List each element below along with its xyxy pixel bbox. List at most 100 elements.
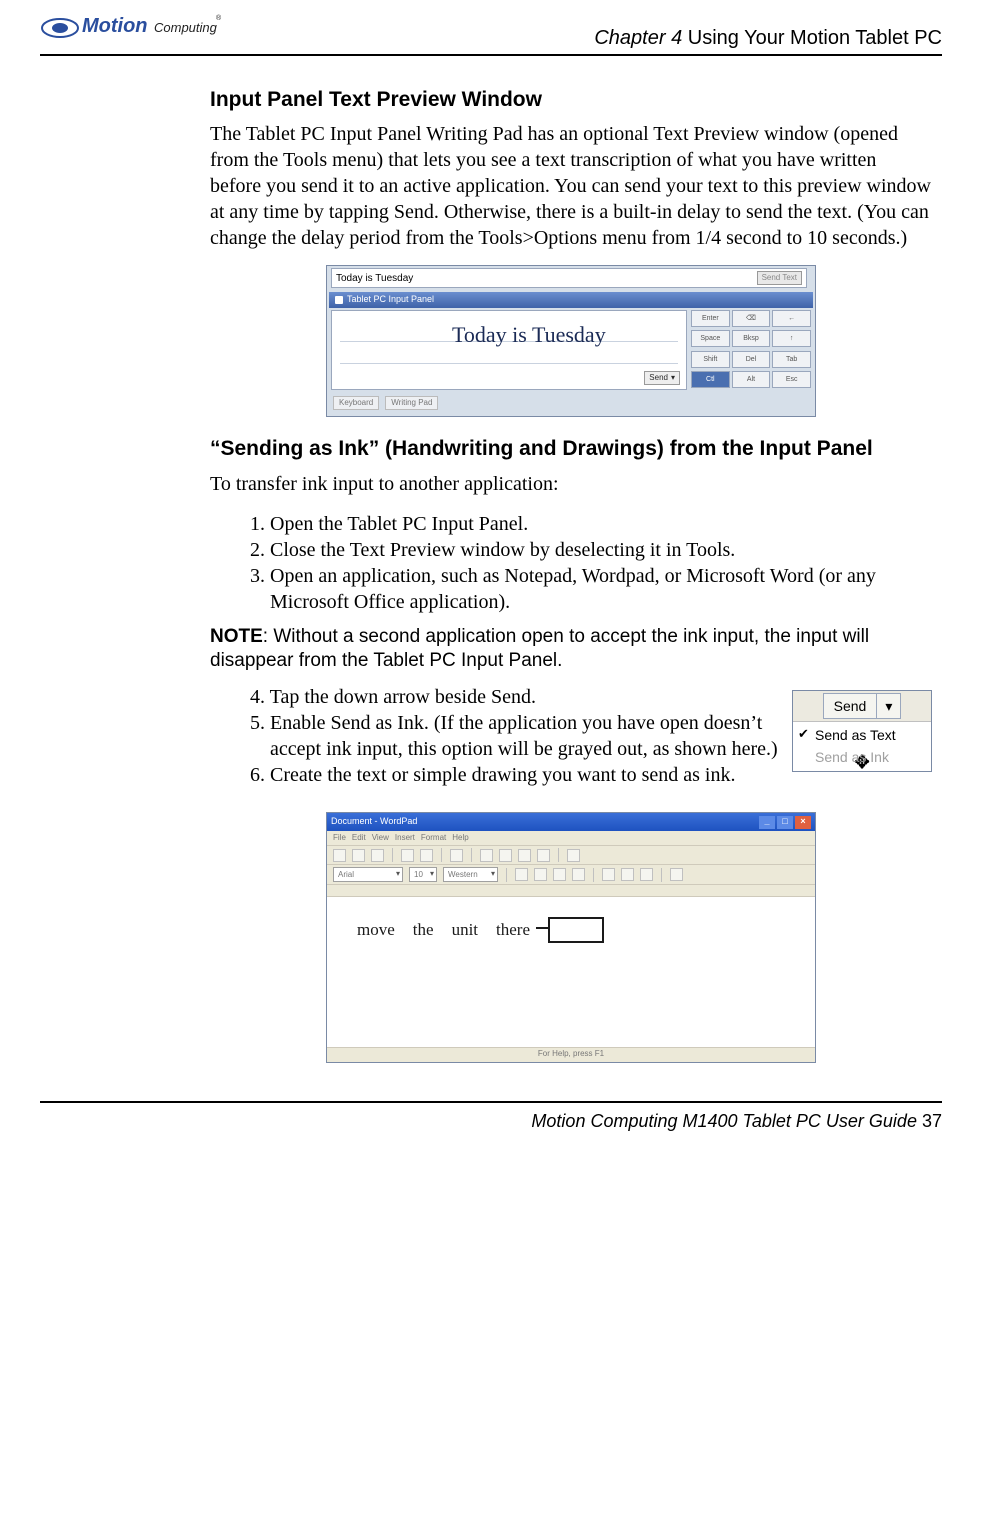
key-ctl[interactable]: Ctl xyxy=(691,371,730,388)
input-panel-window: Today is Tuesday Send Text Tablet PC Inp… xyxy=(326,265,816,417)
preview-text: Today is Tuesday xyxy=(336,272,413,285)
send-dropdown[interactable]: Send ▾ xyxy=(644,371,680,385)
undo-icon[interactable] xyxy=(537,849,550,862)
save-icon[interactable] xyxy=(371,849,384,862)
key-enter[interactable]: Enter xyxy=(691,310,730,327)
key-space[interactable]: Space xyxy=(691,330,730,347)
box-sketch-icon xyxy=(548,917,604,943)
wordpad-statusbar: For Help, press F1 xyxy=(327,1047,815,1062)
align-left-icon[interactable] xyxy=(602,868,615,881)
svg-text:Motion: Motion xyxy=(82,15,148,37)
minimize-button[interactable]: _ xyxy=(759,816,775,829)
paste-icon[interactable] xyxy=(518,849,531,862)
menu-help[interactable]: Help xyxy=(452,833,468,843)
italic-icon[interactable] xyxy=(534,868,547,881)
preview-icon[interactable] xyxy=(420,849,433,862)
align-center-icon[interactable] xyxy=(621,868,634,881)
wordpad-ruler xyxy=(327,885,815,897)
heading-sending-as-ink: “Sending as Ink” (Handwriting and Drawin… xyxy=(210,435,932,462)
wordpad-titlebar: Document - WordPad _ □ × xyxy=(327,813,815,831)
page-header: Motion Computing ® Chapter 4 Using Your … xyxy=(40,10,942,56)
handwriting-sample: Today is Tuesday xyxy=(452,321,606,350)
tab-keyboard[interactable]: Keyboard xyxy=(333,396,379,410)
maximize-button[interactable]: □ xyxy=(777,816,793,829)
key-tab[interactable]: Tab xyxy=(772,351,811,368)
send-text-button[interactable]: Send Text xyxy=(757,271,802,285)
find-icon[interactable] xyxy=(450,849,463,862)
close-button[interactable]: × xyxy=(795,816,811,829)
chapter-title: Using Your Motion Tablet PC xyxy=(682,27,942,49)
menu-edit[interactable]: Edit xyxy=(352,833,366,843)
steps-group-a: 1. Open the Tablet PC Input Panel. 2. Cl… xyxy=(210,511,932,615)
font-name-combo[interactable]: Arial xyxy=(333,867,403,882)
step-3: 3. Open an application, such as Notepad,… xyxy=(250,563,932,615)
wordpad-formatbar: Arial 10 Western xyxy=(327,865,815,885)
key-grid: Enter ⌫ ← Space Bksp ↑ Shift Del Tab Ctl… xyxy=(691,310,811,390)
step-2: 2. Close the Text Preview window by dese… xyxy=(250,537,932,563)
figure-wordpad: Document - WordPad _ □ × File Edit View … xyxy=(210,812,932,1063)
wordpad-toolbar xyxy=(327,846,815,865)
align-right-icon[interactable] xyxy=(640,868,653,881)
logo: Motion Computing ® xyxy=(40,10,225,50)
date-icon[interactable] xyxy=(567,849,580,862)
menu-view[interactable]: View xyxy=(372,833,389,843)
key-bksp-icon[interactable]: ⌫ xyxy=(732,310,771,327)
open-icon[interactable] xyxy=(352,849,365,862)
writing-pad-area[interactable]: Today is Tuesday Send ▾ xyxy=(331,310,687,390)
print-icon[interactable] xyxy=(401,849,414,862)
footer-text: Motion Computing M1400 Tablet PC User Gu… xyxy=(531,1111,922,1131)
wordpad-title: Document - WordPad xyxy=(331,816,417,828)
svg-text:®: ® xyxy=(216,14,222,22)
wordpad-window: Document - WordPad _ □ × File Edit View … xyxy=(326,812,816,1063)
key-esc[interactable]: Esc xyxy=(772,371,811,388)
note-label: NOTE xyxy=(210,626,263,647)
font-size-combo[interactable]: 10 xyxy=(409,867,437,882)
underline-icon[interactable] xyxy=(553,868,566,881)
menu-send-as-ink: Send as Ink xyxy=(793,746,931,768)
key-del[interactable]: Del xyxy=(732,351,771,368)
page-number: 37 xyxy=(922,1111,942,1131)
key-shift[interactable]: Shift xyxy=(691,351,730,368)
tab-writing-pad[interactable]: Writing Pad xyxy=(385,396,438,410)
key-alt[interactable]: Alt xyxy=(732,371,771,388)
check-icon: ✔ xyxy=(798,726,809,743)
key-left[interactable]: ← xyxy=(772,310,811,327)
bold-icon[interactable] xyxy=(515,868,528,881)
body-content: Input Panel Text Preview Window The Tabl… xyxy=(210,86,932,1063)
note-body: : Without a second application open to a… xyxy=(210,626,869,672)
menu-send-as-text[interactable]: ✔ Send as Text xyxy=(793,724,931,746)
send-button[interactable]: Send xyxy=(823,693,878,719)
key-bksp[interactable]: Bksp xyxy=(732,330,771,347)
menu-file[interactable]: File xyxy=(333,833,346,843)
key-up[interactable]: ↑ xyxy=(772,330,811,347)
note-block: NOTE: Without a second application open … xyxy=(210,625,932,674)
chapter-number: Chapter 4 xyxy=(594,27,682,49)
page-footer: Motion Computing M1400 Tablet PC User Gu… xyxy=(40,1101,942,1132)
svg-text:Computing: Computing xyxy=(154,20,218,35)
menu-insert[interactable]: Insert xyxy=(395,833,415,843)
titlebar-icon xyxy=(335,296,343,304)
copy-icon[interactable] xyxy=(499,849,512,862)
figure-input-panel: Today is Tuesday Send Text Tablet PC Inp… xyxy=(210,265,932,417)
input-panel-title: Tablet PC Input Panel xyxy=(347,294,434,306)
wordpad-canvas[interactable]: move the unit there xyxy=(327,897,815,1047)
chapter-label: Chapter 4 Using Your Motion Tablet PC xyxy=(594,27,942,50)
intro-sending-as-ink: To transfer ink input to another applica… xyxy=(210,471,932,497)
wordpad-menubar: File Edit View Insert Format Help xyxy=(327,831,815,846)
cut-icon[interactable] xyxy=(480,849,493,862)
text-preview-bar: Today is Tuesday Send Text xyxy=(331,268,807,288)
menu-format[interactable]: Format xyxy=(421,833,446,843)
send-menu-popup: Send ▾ ✥ ✔ Send as Text Send as Ink xyxy=(792,690,932,772)
step-1: 1. Open the Tablet PC Input Panel. xyxy=(250,511,932,537)
input-panel-tabs: Keyboard Writing Pad xyxy=(329,394,813,412)
heading-text-preview: Input Panel Text Preview Window xyxy=(210,86,932,113)
font-script-combo[interactable]: Western xyxy=(443,867,498,882)
ink-sample: move the unit there xyxy=(357,917,604,943)
send-dropdown-arrow[interactable]: ▾ xyxy=(877,693,901,719)
color-icon[interactable] xyxy=(572,868,585,881)
new-icon[interactable] xyxy=(333,849,346,862)
bullets-icon[interactable] xyxy=(670,868,683,881)
motion-computing-logo-icon: Motion Computing ® xyxy=(40,10,225,50)
paragraph-text-preview: The Tablet PC Input Panel Writing Pad ha… xyxy=(210,121,932,251)
input-panel-titlebar: Tablet PC Input Panel xyxy=(329,292,813,308)
